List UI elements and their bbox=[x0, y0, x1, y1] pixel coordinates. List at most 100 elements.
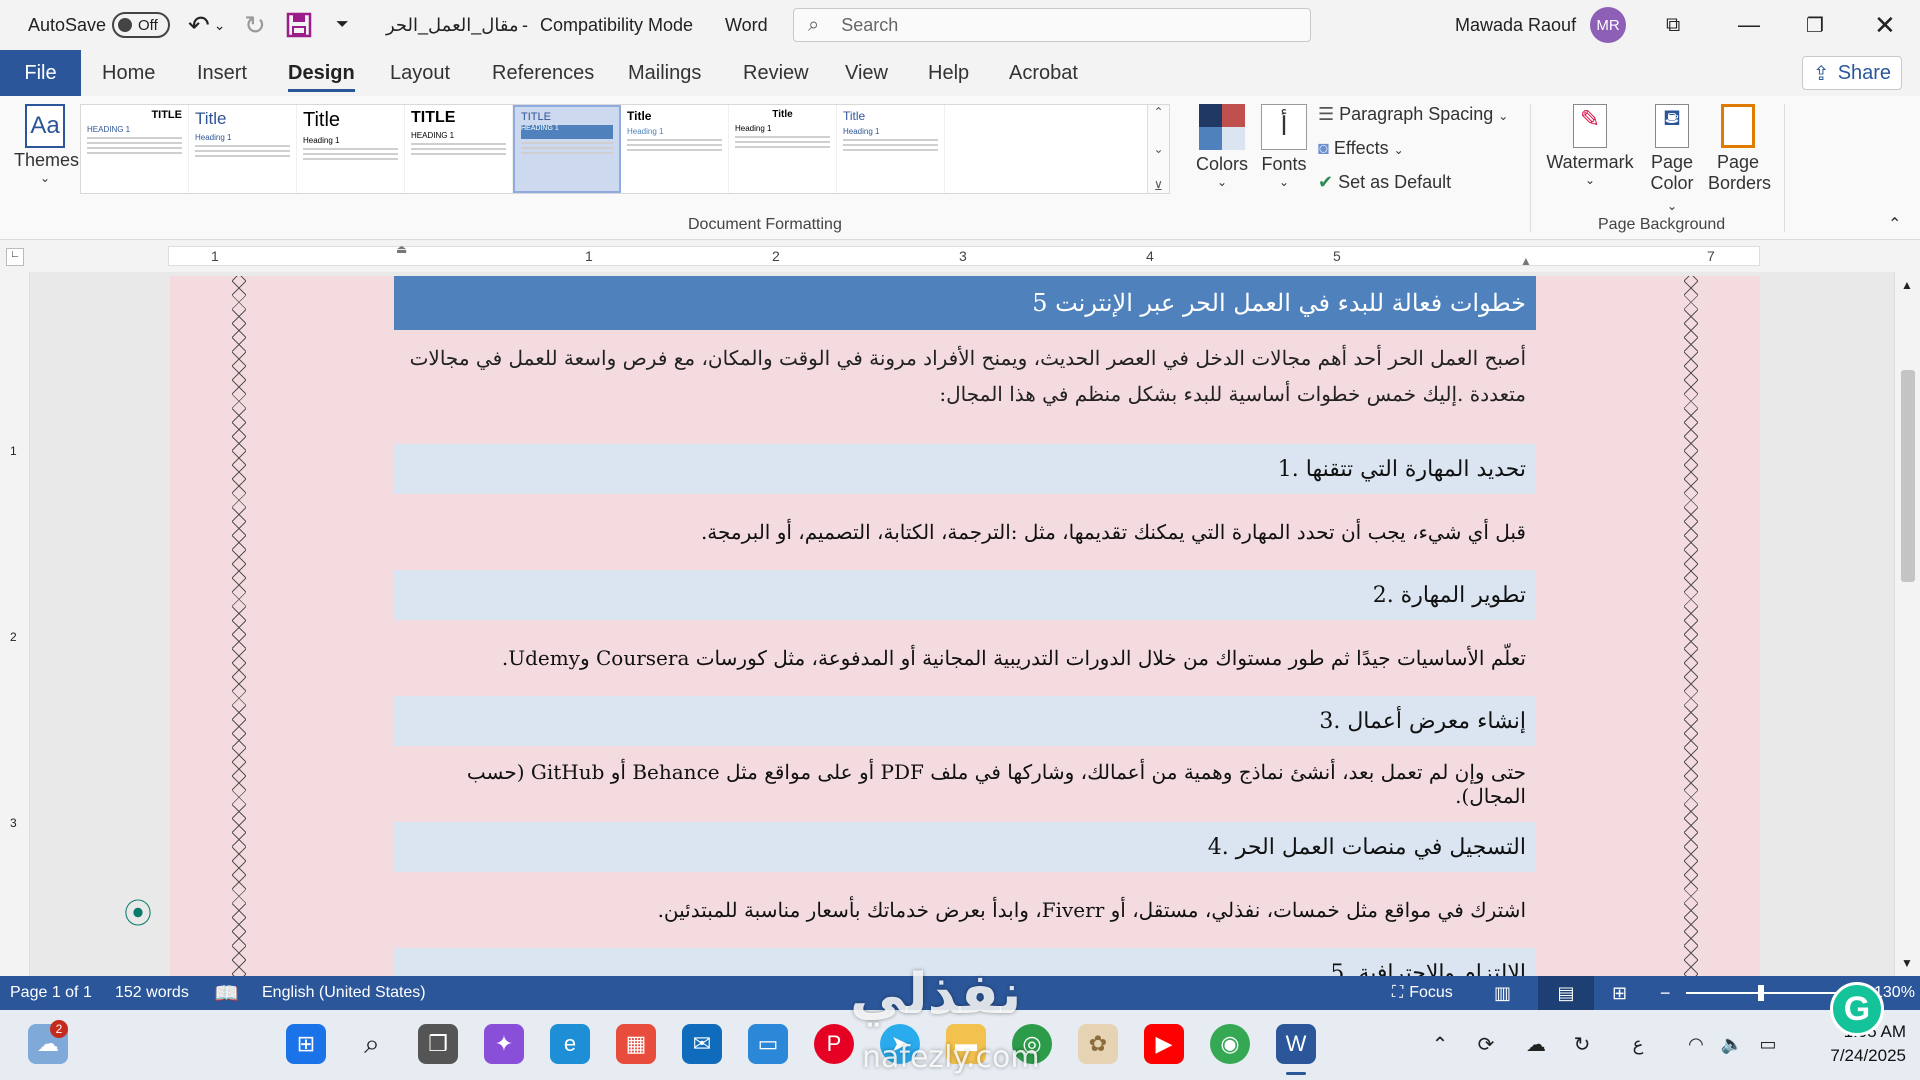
update-icon[interactable]: ↻ bbox=[1562, 1024, 1602, 1064]
zoom-slider-thumb[interactable] bbox=[1758, 985, 1764, 1001]
indent-marker[interactable]: ▲ bbox=[1520, 254, 1532, 268]
onedrive-icon[interactable]: ☁ bbox=[1516, 1024, 1556, 1064]
sync-icon[interactable]: ⟳ bbox=[1466, 1024, 1506, 1064]
chevron-up-icon[interactable]: ⌃ bbox=[1153, 105, 1163, 119]
app-icon-2[interactable]: ✿ bbox=[1078, 1024, 1118, 1064]
autosave-toggle[interactable]: Off bbox=[112, 0, 170, 50]
themes-button[interactable]: Aa Themes ⌄ bbox=[14, 104, 79, 185]
watermark-button[interactable]: ✎ Watermark ⌄ bbox=[1546, 104, 1634, 187]
document-content[interactable]: خطوات فعالة للبدء في العمل الحر عبر الإن… bbox=[394, 276, 1536, 976]
remote-desktop-icon[interactable]: ▭ bbox=[748, 1024, 788, 1064]
section-body: حتى وإن لم تعمل بعد، أنشئ نماذج وهمية من… bbox=[466, 760, 1526, 808]
save-icon[interactable] bbox=[286, 0, 312, 50]
read-mode-icon[interactable]: ▥ bbox=[1494, 976, 1511, 1010]
grammarly-icon[interactable]: G bbox=[1830, 982, 1884, 1036]
tab-design[interactable]: Design bbox=[288, 50, 355, 96]
task-view-icon[interactable]: ❒ bbox=[418, 1024, 458, 1064]
pinterest-icon[interactable]: P bbox=[814, 1024, 854, 1064]
tab-file[interactable]: File bbox=[0, 50, 81, 96]
web-layout-icon[interactable]: ⊞ bbox=[1612, 976, 1627, 1010]
style-set-item[interactable]: Title Heading 1 bbox=[297, 105, 405, 193]
tab-review[interactable]: Review bbox=[743, 50, 809, 96]
scroll-down-icon[interactable]: ▼ bbox=[1901, 956, 1913, 970]
paragraph-spacing-button[interactable]: ☰ Paragraph Spacing ⌄ bbox=[1318, 104, 1508, 125]
style-set-item[interactable]: Title Heading 1 bbox=[837, 105, 945, 193]
page-borders-button[interactable]: Page Borders bbox=[1708, 104, 1771, 194]
indent-marker[interactable]: ⏏ bbox=[396, 242, 407, 256]
scrollbar-thumb[interactable] bbox=[1901, 370, 1915, 582]
style-set-gallery[interactable]: TITLE HEADING 1 Title Heading 1 Title Headi… bbox=[80, 104, 1170, 194]
volume-icon[interactable]: 🔈 bbox=[1712, 1024, 1752, 1064]
zoom-slider[interactable] bbox=[1686, 992, 1846, 994]
set-as-default-button[interactable]: ✔ Set as Default bbox=[1318, 172, 1451, 193]
tab-home[interactable]: Home bbox=[102, 50, 155, 96]
edge-icon[interactable]: e bbox=[550, 1024, 590, 1064]
wifi-icon[interactable]: ◠ bbox=[1676, 1024, 1716, 1064]
vertical-scrollbar[interactable]: ▲ ▼ bbox=[1894, 272, 1920, 976]
search-box[interactable]: ⌕ Search bbox=[793, 0, 1311, 50]
word-count[interactable]: 152 words bbox=[115, 976, 189, 1010]
focus-icon: ⛶ bbox=[1392, 984, 1404, 1001]
page-borders-label-1: Page bbox=[1716, 152, 1760, 172]
share-button[interactable]: ⇪ Share bbox=[1802, 56, 1902, 90]
language[interactable]: English (United States) bbox=[262, 976, 426, 1010]
style-set-item[interactable]: Title Heading 1 bbox=[621, 105, 729, 193]
scroll-up-icon[interactable]: ▲ bbox=[1901, 278, 1913, 292]
gallery-more-icon[interactable]: ⊻ bbox=[1154, 179, 1163, 193]
store-icon[interactable]: ▦ bbox=[616, 1024, 656, 1064]
focus-button[interactable]: ⛶ Focus bbox=[1392, 976, 1453, 1010]
set-as-default-label: Set as Default bbox=[1338, 172, 1452, 192]
undo-icon[interactable]: ↶ ⌄ bbox=[188, 0, 226, 50]
tab-selector-icon[interactable]: ∟ bbox=[6, 248, 24, 266]
section-body: قبل أي شيء، يجب أن تحدد المهارة التي يمك… bbox=[700, 520, 1526, 544]
style-set-item-selected[interactable]: TITLE HEADING 1 bbox=[513, 105, 621, 193]
battery-icon[interactable]: ▭ bbox=[1748, 1024, 1788, 1064]
ribbon-display-options-icon[interactable]: ⧉ bbox=[1666, 0, 1680, 50]
tab-insert[interactable]: Insert bbox=[197, 50, 247, 96]
style-set-item[interactable]: Title Heading 1 bbox=[189, 105, 297, 193]
style-set-item[interactable]: TITLE HEADING 1 bbox=[81, 105, 189, 193]
outlook-icon[interactable]: ✉ bbox=[682, 1024, 722, 1064]
chrome-icon[interactable]: ◉ bbox=[1210, 1024, 1250, 1064]
tab-view[interactable]: View bbox=[845, 50, 888, 96]
minimize-icon[interactable]: — bbox=[1738, 0, 1760, 50]
input-language[interactable]: ع bbox=[1618, 1024, 1658, 1064]
style-set-item[interactable]: TITLE HEADING 1 bbox=[405, 105, 513, 193]
restore-icon[interactable]: ❐ bbox=[1806, 0, 1824, 50]
gallery-scroll[interactable]: ⌃ ⌄ ⊻ bbox=[1147, 105, 1169, 193]
style-set-item[interactable]: Title Heading 1 bbox=[729, 105, 837, 193]
fingerprint-icon[interactable]: ⦿ bbox=[124, 892, 152, 932]
page-count[interactable]: Page 1 of 1 bbox=[10, 976, 92, 1010]
tab-layout[interactable]: Layout bbox=[390, 50, 450, 96]
youtube-icon[interactable]: ▶ bbox=[1144, 1024, 1184, 1064]
fonts-icon: أ bbox=[1261, 104, 1307, 150]
close-icon[interactable]: ✕ bbox=[1874, 0, 1896, 50]
user-name[interactable]: Mawada Raouf bbox=[1455, 0, 1576, 50]
effects-button[interactable]: ◙ Effects ⌄ bbox=[1318, 138, 1404, 159]
proofing-icon[interactable]: 📖 bbox=[214, 976, 239, 1010]
start-icon[interactable]: ⊞ bbox=[286, 1024, 326, 1064]
print-layout-icon[interactable]: ▤ bbox=[1538, 976, 1594, 1010]
show-hidden-icons[interactable]: ⌃ bbox=[1420, 1024, 1460, 1064]
word-icon[interactable]: W bbox=[1276, 1024, 1316, 1064]
zoom-out-icon[interactable]: − bbox=[1660, 976, 1671, 1010]
document-page[interactable]: خطوات فعالة للبدء في العمل الحر عبر الإن… bbox=[170, 276, 1760, 976]
page-color-button[interactable]: ⛾ Page Color ⌄ bbox=[1644, 104, 1700, 215]
fonts-button[interactable]: أ Fonts ⌄ bbox=[1258, 104, 1310, 189]
redo-icon[interactable]: ↻ bbox=[244, 0, 266, 50]
colors-button[interactable]: Colors ⌄ bbox=[1192, 104, 1252, 189]
tab-help[interactable]: Help bbox=[928, 50, 969, 96]
copilot-icon[interactable]: ✦ bbox=[484, 1024, 524, 1064]
tab-mailings[interactable]: Mailings bbox=[628, 50, 701, 96]
collapse-ribbon-icon[interactable]: ⌃ bbox=[1888, 214, 1901, 234]
autosave-state: Off bbox=[138, 16, 158, 34]
chevron-down-icon[interactable]: ⌄ bbox=[1153, 142, 1163, 156]
watermark-brand: نفذلي bbox=[850, 962, 1022, 1027]
horizontal-ruler: ∟ 1 1 2 3 4 5 7 ⏏ ▲ bbox=[0, 240, 1920, 272]
tab-references[interactable]: References bbox=[492, 50, 594, 96]
search-icon[interactable]: ⌕ bbox=[352, 1024, 392, 1064]
customize-quick-access-icon[interactable]: ⏷ bbox=[336, 0, 349, 50]
avatar[interactable]: MR bbox=[1590, 0, 1626, 50]
chevron-down-icon: ⌄ bbox=[1216, 175, 1228, 189]
tab-acrobat[interactable]: Acrobat bbox=[1009, 50, 1078, 96]
